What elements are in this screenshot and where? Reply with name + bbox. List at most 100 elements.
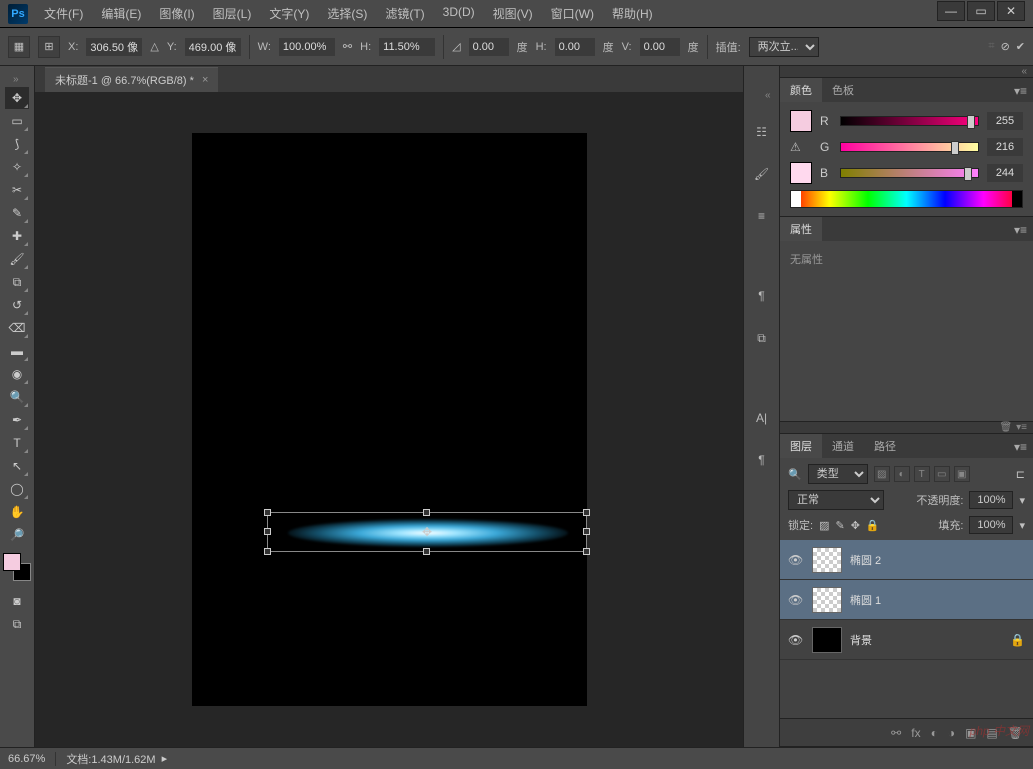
layers-tab[interactable]: 图层: [780, 434, 822, 458]
menu-filter[interactable]: 滤镜(T): [379, 2, 430, 25]
foreground-color-icon[interactable]: [790, 110, 812, 132]
healing-tool[interactable]: ✚: [5, 225, 29, 247]
link-wh-icon[interactable]: ⚯: [343, 40, 352, 53]
visibility-toggle-icon[interactable]: 👁: [788, 553, 804, 567]
paragraph2-panel-icon[interactable]: ¶: [750, 448, 774, 472]
crop-tool[interactable]: ✂: [5, 179, 29, 201]
brush-tool[interactable]: 🖌: [5, 248, 29, 270]
handle-bottom-right[interactable]: [583, 548, 590, 555]
dodge-tool[interactable]: 🔍: [5, 386, 29, 408]
expand-dock-icon[interactable]: «: [759, 88, 779, 102]
x-input[interactable]: [86, 38, 142, 56]
lock-position-icon[interactable]: ✎: [835, 519, 844, 532]
angle-input[interactable]: [469, 38, 509, 56]
r-slider[interactable]: [840, 116, 979, 126]
minimize-button[interactable]: —: [937, 1, 965, 21]
hskew-input[interactable]: [555, 38, 595, 56]
menu-help[interactable]: 帮助(H): [606, 2, 659, 25]
history-panel-icon[interactable]: ☷: [750, 120, 774, 144]
layer-row[interactable]: 👁 椭圆 2: [780, 540, 1033, 580]
pen-tool[interactable]: ✒: [5, 409, 29, 431]
visibility-toggle-icon[interactable]: 👁: [788, 633, 804, 647]
blend-mode-select[interactable]: 正常: [788, 490, 884, 510]
document-tab[interactable]: 未标题-1 @ 66.7%(RGB/8) * ×: [45, 67, 218, 92]
warp-icon[interactable]: ⌗: [988, 40, 994, 53]
properties-tab[interactable]: 属性: [780, 217, 822, 241]
filter-adjust-icon[interactable]: ◐: [894, 466, 910, 482]
layer-mask-icon[interactable]: ◐: [931, 726, 938, 740]
screenmode-toggle[interactable]: ⧉: [5, 613, 29, 635]
canvas-viewport[interactable]: ✥: [35, 92, 743, 747]
path-select-tool[interactable]: ↖: [5, 455, 29, 477]
doc-info-dropdown-icon[interactable]: ▸: [162, 752, 168, 765]
stamp-tool[interactable]: ⧉: [5, 271, 29, 293]
transform-tool-icon[interactable]: ▦: [8, 36, 30, 58]
handle-top-mid[interactable]: [423, 509, 430, 516]
menu-view[interactable]: 视图(V): [487, 2, 539, 25]
layer-name[interactable]: 椭圆 2: [850, 552, 881, 568]
foreground-color-swatch[interactable]: [3, 553, 21, 571]
lock-pixels-icon[interactable]: ▨: [819, 519, 829, 532]
trash-small-icon[interactable]: 🗑: [999, 422, 1012, 433]
panel-menu-icon[interactable]: ▾≡: [1008, 436, 1033, 458]
visibility-toggle-icon[interactable]: 👁: [788, 593, 804, 607]
handle-top-left[interactable]: [264, 509, 271, 516]
b-slider[interactable]: [840, 168, 979, 178]
y-input[interactable]: [185, 38, 241, 56]
type-panel-icon[interactable]: A|: [750, 406, 774, 430]
gradient-tool[interactable]: ▬: [5, 340, 29, 362]
eraser-tool[interactable]: ⌫: [5, 317, 29, 339]
color-spectrum[interactable]: [790, 190, 1023, 208]
handle-mid-right[interactable]: [583, 528, 590, 535]
vskew-input[interactable]: [640, 38, 680, 56]
lock-icon[interactable]: 🔒: [1010, 633, 1025, 647]
brush-panel-icon[interactable]: 🖌: [750, 162, 774, 186]
blur-tool[interactable]: ◉: [5, 363, 29, 385]
panel-menu-icon[interactable]: ▾≡: [1008, 219, 1033, 241]
layer-thumbnail[interactable]: [812, 547, 842, 573]
menu-window[interactable]: 窗口(W): [545, 2, 600, 25]
reference-point-icon[interactable]: ✥: [422, 525, 432, 539]
commit-transform-icon[interactable]: ✔: [1016, 40, 1025, 53]
link-layers-icon[interactable]: ⚯: [891, 726, 901, 740]
type-tool[interactable]: T: [5, 432, 29, 454]
w-input[interactable]: [279, 38, 335, 56]
b-value[interactable]: [987, 164, 1023, 182]
document-canvas[interactable]: [192, 133, 587, 706]
brushpresets-panel-icon[interactable]: ≡: [750, 204, 774, 228]
r-value[interactable]: [987, 112, 1023, 130]
background-color-icon[interactable]: [790, 162, 812, 184]
fill-dropdown-icon[interactable]: ▾: [1019, 519, 1025, 532]
adjustment-layer-icon[interactable]: ◑: [948, 726, 955, 740]
menu-3d[interactable]: 3D(D): [437, 2, 481, 25]
handle-top-right[interactable]: [583, 509, 590, 516]
layer-name[interactable]: 背景: [850, 632, 872, 648]
handle-bottom-mid[interactable]: [423, 548, 430, 555]
collapse-toolbar-icon[interactable]: »: [7, 72, 27, 86]
maximize-button[interactable]: ▭: [967, 1, 995, 21]
character-panel-icon[interactable]: ¶: [750, 284, 774, 308]
menu-layer[interactable]: 图层(L): [207, 2, 258, 25]
layer-thumbnail[interactable]: [812, 627, 842, 653]
doc-info[interactable]: 文档:1.43M/1.62M: [66, 751, 155, 767]
handle-bottom-left[interactable]: [264, 548, 271, 555]
layer-row[interactable]: 👁 背景 🔒: [780, 620, 1033, 660]
reference-point-icon[interactable]: ⊞: [38, 36, 60, 58]
paragraph-panel-icon[interactable]: ⧉: [750, 326, 774, 350]
filter-type-icon[interactable]: T: [914, 466, 930, 482]
color-swatches[interactable]: [3, 553, 31, 581]
menu-file[interactable]: 文件(F): [38, 2, 89, 25]
magic-wand-tool[interactable]: ✧: [5, 156, 29, 178]
g-value[interactable]: [987, 138, 1023, 156]
fill-input[interactable]: [969, 516, 1013, 534]
filter-shape-icon[interactable]: ▭: [934, 466, 950, 482]
lasso-tool[interactable]: ⟆: [5, 133, 29, 155]
hand-tool[interactable]: ✋: [5, 501, 29, 523]
zoom-tool[interactable]: 🔎: [5, 524, 29, 546]
menu-type[interactable]: 文字(Y): [263, 2, 315, 25]
swap-xy-icon[interactable]: △: [150, 40, 158, 53]
close-window-button[interactable]: ✕: [997, 1, 1025, 21]
collapse-dock-icon[interactable]: «: [1021, 66, 1027, 77]
lock-all-icon[interactable]: 🔒: [866, 519, 880, 532]
transform-bounding-box[interactable]: ✥: [267, 512, 587, 552]
